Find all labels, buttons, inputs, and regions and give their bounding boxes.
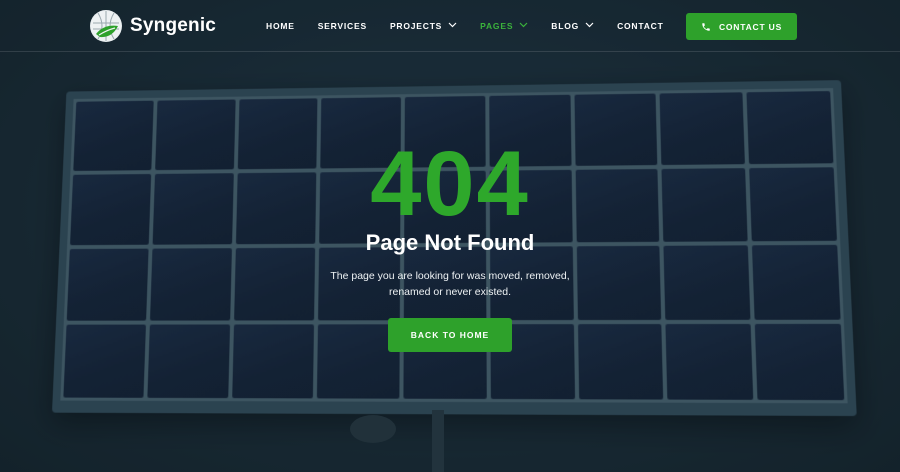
- nav-contact[interactable]: CONTACT: [617, 21, 664, 31]
- chevron-down-icon: [519, 22, 528, 28]
- main-nav: HOME SERVICES PROJECTS PAGES BLOG CONTAC…: [266, 0, 687, 52]
- nav-blog[interactable]: BLOG: [551, 21, 594, 31]
- back-to-home-button[interactable]: BACK TO HOME: [388, 318, 512, 352]
- contact-us-button[interactable]: CONTACT US: [686, 13, 797, 40]
- phone-icon: [702, 22, 710, 31]
- nav-pages-label: PAGES: [480, 21, 514, 31]
- nav-services[interactable]: SERVICES: [318, 21, 367, 31]
- globe-leaf-logo-icon: [90, 10, 122, 42]
- error-code: 404: [370, 133, 530, 235]
- brand-logo[interactable]: Syngenic: [90, 10, 216, 42]
- error-content: 404 Page Not Found The page you are look…: [0, 138, 900, 352]
- nav-contact-label: CONTACT: [617, 21, 664, 31]
- error-description: The page you are looking for was moved, …: [0, 268, 900, 300]
- nav-projects[interactable]: PROJECTS: [390, 21, 457, 31]
- error-description-line-2: renamed or never existed.: [389, 286, 511, 298]
- chevron-down-icon: [448, 22, 457, 28]
- error-description-line-1: The page you are looking for was moved, …: [330, 270, 570, 282]
- chevron-down-icon: [585, 22, 594, 28]
- nav-blog-label: BLOG: [551, 21, 580, 31]
- nav-services-label: SERVICES: [317, 21, 367, 31]
- nav-home-label: HOME: [266, 21, 295, 31]
- nav-projects-label: PROJECTS: [389, 21, 443, 31]
- brand-name: Syngenic: [130, 15, 217, 36]
- error-title: Page Not Found: [365, 230, 535, 255]
- site-header: Syngenic HOME SERVICES PROJECTS PAGES BL…: [0, 0, 900, 52]
- contact-us-label: CONTACT US: [718, 21, 783, 32]
- nav-pages[interactable]: PAGES: [480, 21, 528, 31]
- nav-home[interactable]: HOME: [266, 21, 295, 31]
